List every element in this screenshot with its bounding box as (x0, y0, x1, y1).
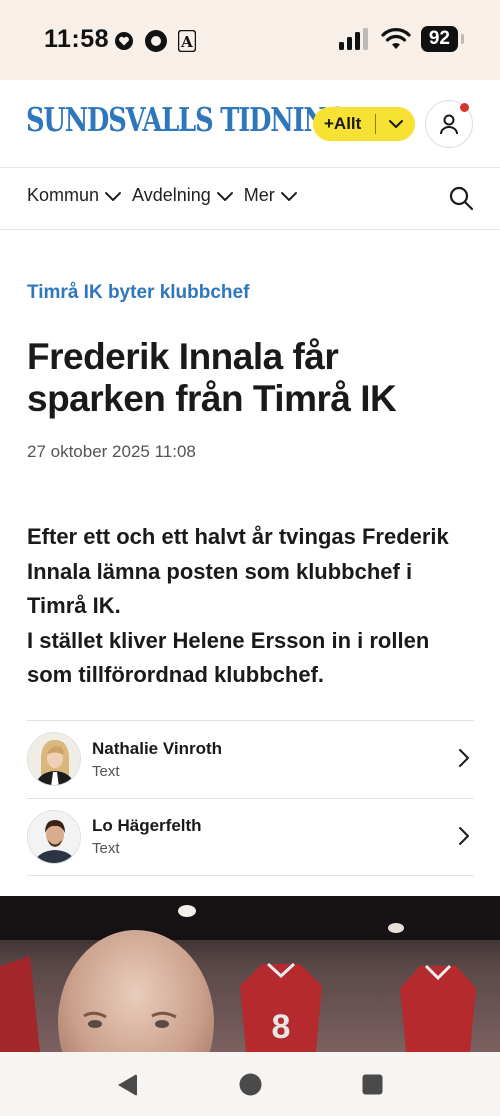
nav-kommun[interactable]: Kommun (27, 185, 122, 206)
author-row-nathalie-vinroth[interactable]: Nathalie Vinroth Text (27, 721, 474, 799)
chevron-down-icon (105, 191, 122, 201)
system-navigation-bar (0, 1052, 500, 1116)
lead-paragraph: Efter ett och ett halvt år tvingas Frede… (27, 524, 449, 618)
record-icon (145, 30, 167, 52)
article-lead: Efter ett och ett halvt år tvingas Frede… (27, 520, 477, 693)
account-button[interactable] (425, 100, 473, 148)
svg-text:8: 8 (272, 1008, 291, 1046)
avatar (27, 809, 81, 864)
signal-icon (338, 28, 368, 50)
recents-icon[interactable] (362, 1074, 383, 1095)
wifi-icon (381, 28, 411, 49)
article-kicker[interactable]: Timrå IK byter klubbchef (27, 282, 249, 304)
status-bar: 11:58 A 92 (0, 0, 500, 80)
status-time: 11:58 (44, 25, 110, 53)
notification-dot (460, 103, 469, 112)
site-logo[interactable]: SUNDSVALLS TIDNING (26, 100, 348, 139)
nav-avdelning[interactable]: Avdelning (132, 185, 234, 206)
svg-text:A: A (180, 33, 193, 51)
author-role: Text (92, 840, 120, 858)
chevron-right-icon (459, 749, 469, 767)
chevron-right-icon (459, 826, 469, 845)
site-nav: Kommun Avdelning Mer (0, 168, 500, 230)
plus-subscription-button[interactable]: +Allt (313, 107, 415, 141)
avatar (27, 732, 81, 787)
author-role: Text (92, 762, 120, 780)
chevron-down-icon (280, 191, 297, 201)
nav-mer[interactable]: Mer (244, 185, 298, 206)
chevron-down-icon (216, 191, 233, 201)
author-list: Nathalie Vinroth Text Lo Hägerfelth Text (27, 720, 474, 876)
back-icon[interactable] (116, 1073, 138, 1097)
article-headline: Frederik Innala får sparken från Timrå I… (27, 336, 397, 419)
battery-indicator: 92 (420, 26, 465, 52)
heart-badge-icon (115, 32, 133, 50)
author-row-lo-hagerfelth[interactable]: Lo Hägerfelth Text (27, 799, 474, 876)
site-header: SUNDSVALLS TIDNING +Allt (0, 80, 500, 168)
plus-label: +Allt (324, 114, 362, 133)
search-icon (449, 186, 474, 211)
lead-paragraph: I stället kliver Helene Ersson in i roll… (27, 627, 430, 688)
a-app-icon: A (178, 30, 196, 52)
user-icon (440, 114, 458, 135)
search-button[interactable] (448, 185, 474, 216)
author-name: Lo Hägerfelth (92, 816, 202, 836)
article-hero-image[interactable]: 8 (0, 896, 500, 1052)
home-icon[interactable] (239, 1073, 262, 1096)
article-timestamp: 27 oktober 2025 11:08 (27, 442, 196, 461)
author-name: Nathalie Vinroth (92, 738, 223, 758)
chevron-down-icon (388, 120, 403, 128)
